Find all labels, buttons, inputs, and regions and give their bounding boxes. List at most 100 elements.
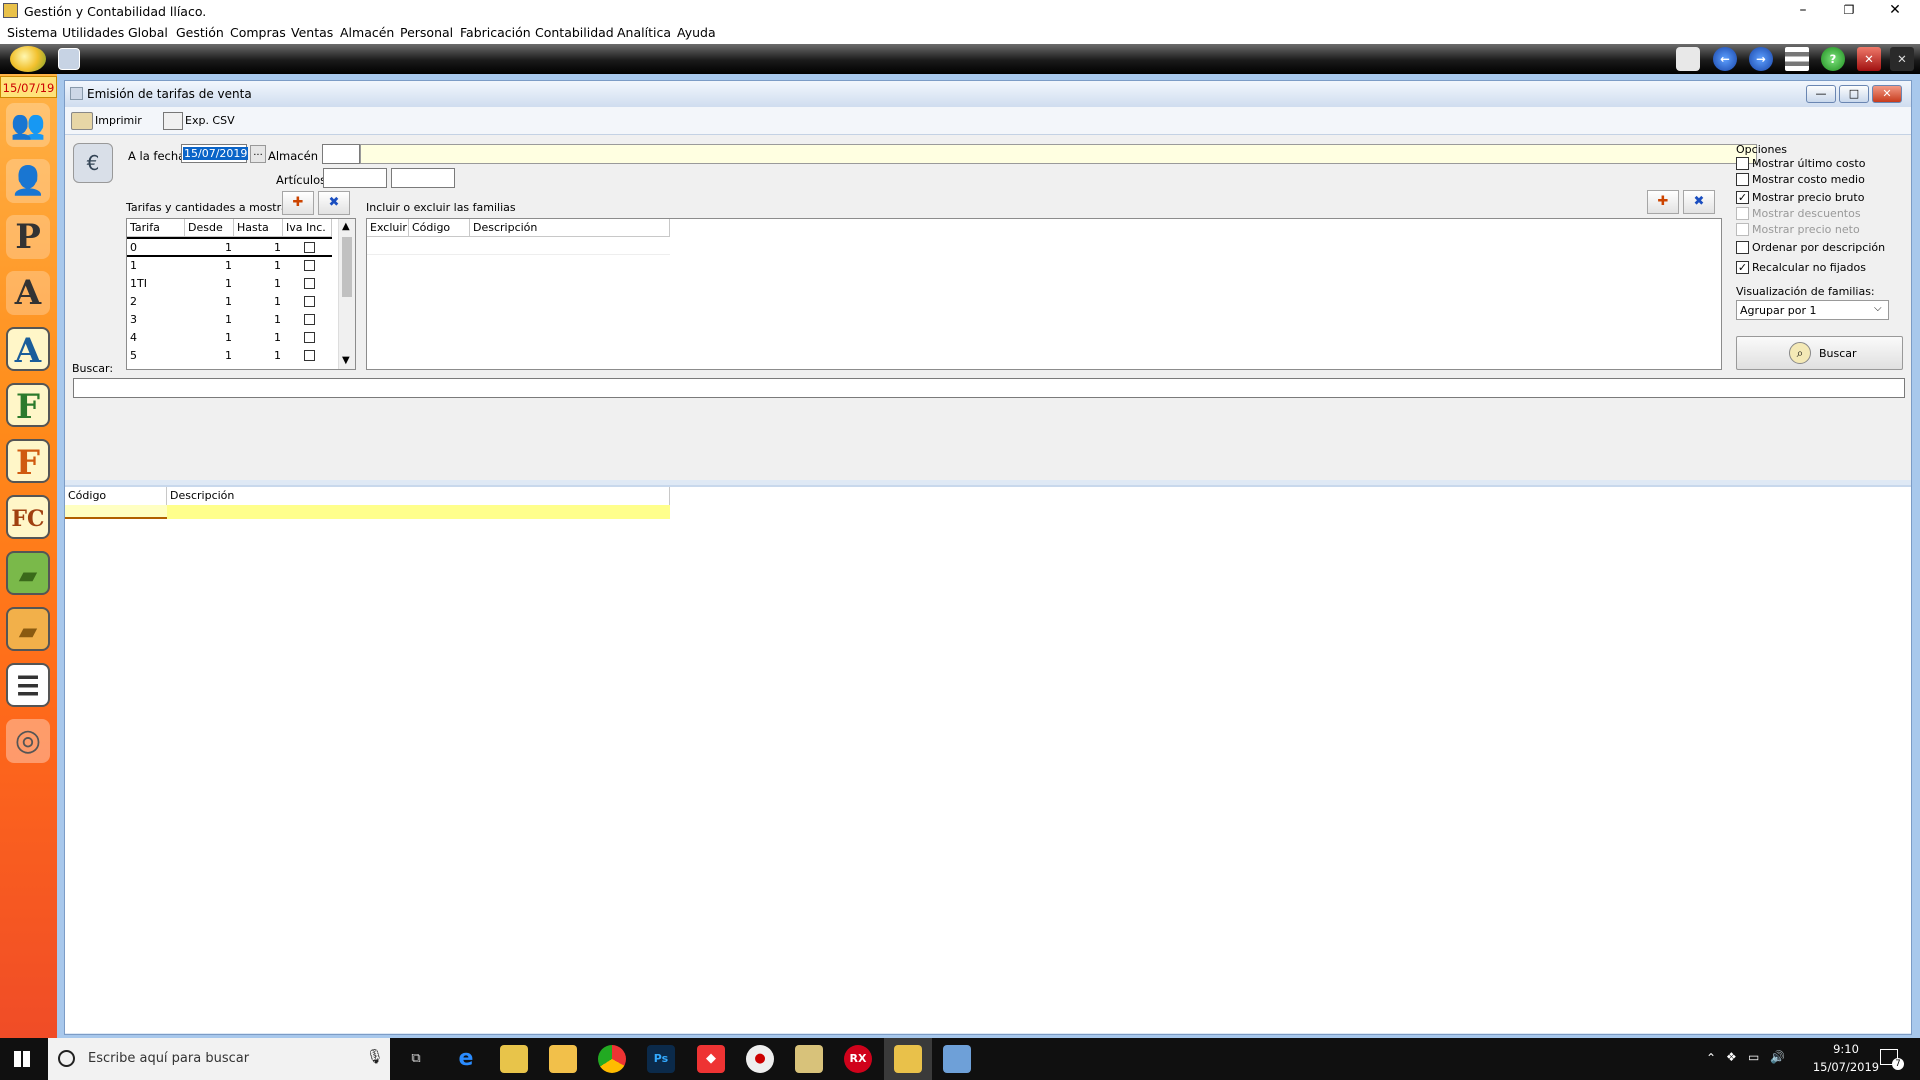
close-window-icon[interactable]: ✕: [1857, 47, 1881, 71]
ordenar-checkbox[interactable]: [1736, 241, 1749, 254]
menu-analitica[interactable]: Analítica: [617, 25, 671, 40]
warehouse-code-field[interactable]: [322, 144, 360, 164]
menu-global[interactable]: Global: [128, 25, 168, 40]
app-circle-icon[interactable]: ●: [746, 1045, 774, 1073]
back-arrow-icon[interactable]: ←: [1713, 47, 1737, 71]
menu-almacen[interactable]: Almacén: [340, 25, 394, 40]
users-group-icon[interactable]: 👥: [6, 103, 50, 147]
table-row[interactable]: 011: [127, 239, 332, 257]
ultimo-costo-checkbox[interactable]: [1736, 157, 1749, 170]
taskbar-search[interactable]: Escribe aquí para buscar 🎙: [48, 1038, 390, 1080]
table-row[interactable]: 511: [127, 347, 332, 365]
selected-cell[interactable]: [65, 505, 167, 519]
child-close-button[interactable]: ✕: [1872, 85, 1902, 103]
table-row[interactable]: 1TI 1 1: [127, 275, 332, 293]
iva-checkbox[interactable]: [304, 350, 315, 361]
articles-to-field[interactable]: [391, 168, 455, 188]
scroll-thumb[interactable]: [342, 237, 352, 297]
articles-from-field[interactable]: [323, 168, 387, 188]
exit-icon[interactable]: ✕: [1890, 47, 1914, 71]
iva-checkbox[interactable]: [304, 296, 315, 307]
recalcular-checkbox[interactable]: ✓: [1736, 261, 1749, 274]
anydesk-icon[interactable]: ◆: [697, 1045, 725, 1073]
windows-start-icon[interactable]: [14, 1051, 30, 1067]
explorer-icon[interactable]: [549, 1045, 577, 1073]
print-button[interactable]: Imprimir: [95, 114, 142, 127]
iva-checkbox[interactable]: [304, 314, 315, 325]
user-a-icon[interactable]: A: [6, 271, 50, 315]
date-field[interactable]: 15/07/2019: [181, 144, 249, 163]
user-p-icon[interactable]: P: [6, 215, 50, 259]
add-familia-button[interactable]: ✚: [1647, 190, 1679, 214]
date-picker-button[interactable]: ...: [250, 145, 266, 163]
fc-icon[interactable]: FC: [6, 495, 50, 539]
edge-icon[interactable]: e: [452, 1045, 480, 1073]
menu-fabricacion[interactable]: Fabricación: [460, 25, 531, 40]
table-row[interactable]: 311: [127, 311, 332, 329]
list-icon[interactable]: ☰: [6, 663, 50, 707]
menu-personal[interactable]: Personal: [400, 25, 453, 40]
app-gold-icon[interactable]: [795, 1045, 823, 1073]
forward-arrow-icon[interactable]: →: [1749, 47, 1773, 71]
buscar-button[interactable]: ⌕ Buscar: [1736, 336, 1903, 370]
clock-time[interactable]: 9:10: [1816, 1042, 1876, 1056]
photoshop-icon[interactable]: Ps: [647, 1045, 675, 1073]
volume-icon[interactable]: 🔊: [1770, 1050, 1785, 1064]
menu-ayuda[interactable]: Ayuda: [677, 25, 716, 40]
letter-f-icon[interactable]: F: [6, 383, 50, 427]
export-csv-button[interactable]: Exp. CSV: [185, 114, 235, 127]
close-button[interactable]: ✕: [1872, 0, 1918, 22]
remove-familia-button[interactable]: ✖: [1683, 190, 1715, 214]
windows-list-icon[interactable]: [1785, 47, 1809, 71]
clock-date[interactable]: 15/07/2019: [1804, 1060, 1888, 1074]
dropbox-icon[interactable]: ❖: [1726, 1050, 1737, 1064]
chrome-icon[interactable]: [598, 1045, 626, 1073]
mail-icon[interactable]: [1676, 47, 1700, 71]
precio-bruto-checkbox[interactable]: ✓: [1736, 191, 1749, 204]
add-tarifa-button[interactable]: ✚: [282, 191, 314, 215]
table-row[interactable]: 111: [127, 257, 332, 275]
rx-icon[interactable]: RX: [844, 1045, 872, 1073]
table-row[interactable]: [167, 505, 670, 519]
visualizacion-select[interactable]: Agrupar por 1 ⌵: [1736, 300, 1889, 320]
window-app-icon[interactable]: [943, 1045, 971, 1073]
child-minimize-button[interactable]: —: [1806, 85, 1836, 103]
microphone-icon[interactable]: 🎙: [366, 1049, 384, 1065]
outlook-icon[interactable]: [500, 1045, 528, 1073]
gear-icon[interactable]: [58, 48, 80, 70]
help-icon[interactable]: ?: [1821, 47, 1845, 71]
printer-icon[interactable]: [71, 112, 93, 130]
network-icon[interactable]: ▭: [1748, 1050, 1759, 1064]
disc-icon[interactable]: ◎: [6, 719, 50, 763]
table-row[interactable]: 211: [127, 293, 332, 311]
task-view-icon[interactable]: ⧉: [402, 1045, 430, 1073]
table-row[interactable]: 411: [127, 329, 332, 347]
restore-button[interactable]: ❐: [1826, 0, 1872, 22]
csv-icon[interactable]: [163, 112, 183, 130]
letter-f-orange-icon[interactable]: F: [6, 439, 50, 483]
table-row[interactable]: [367, 237, 670, 255]
tray-chevron-icon[interactable]: ⌃: [1706, 1051, 1716, 1065]
costo-medio-checkbox[interactable]: [1736, 173, 1749, 186]
bag-orange-icon[interactable]: ▰: [6, 607, 50, 651]
bag-green-icon[interactable]: ▰: [6, 551, 50, 595]
search-input[interactable]: [73, 378, 1905, 398]
iva-checkbox[interactable]: [304, 260, 315, 271]
remove-tarifa-button[interactable]: ✖: [318, 191, 350, 215]
menu-contabilidad[interactable]: Contabilidad: [535, 25, 614, 40]
user-icon[interactable]: 👤: [6, 159, 50, 203]
iva-checkbox[interactable]: [304, 278, 315, 289]
scroll-up-icon[interactable]: ▲: [342, 221, 350, 232]
child-maximize-button[interactable]: □: [1839, 85, 1869, 103]
menu-sistema[interactable]: Sistema: [7, 25, 57, 40]
home-orb-icon[interactable]: [10, 46, 46, 72]
menu-compras[interactable]: Compras: [230, 25, 286, 40]
menu-utilidades[interactable]: Utilidades: [62, 25, 124, 40]
letter-a-icon[interactable]: A: [6, 327, 50, 371]
scroll-down-icon[interactable]: ▼: [342, 355, 350, 366]
menu-gestion[interactable]: Gestión: [176, 25, 224, 40]
gestion-app-icon[interactable]: [894, 1045, 922, 1073]
minimize-button[interactable]: –: [1780, 0, 1826, 22]
menu-ventas[interactable]: Ventas: [291, 25, 333, 40]
tarifas-scrollbar[interactable]: ▲ ▼: [338, 219, 355, 369]
